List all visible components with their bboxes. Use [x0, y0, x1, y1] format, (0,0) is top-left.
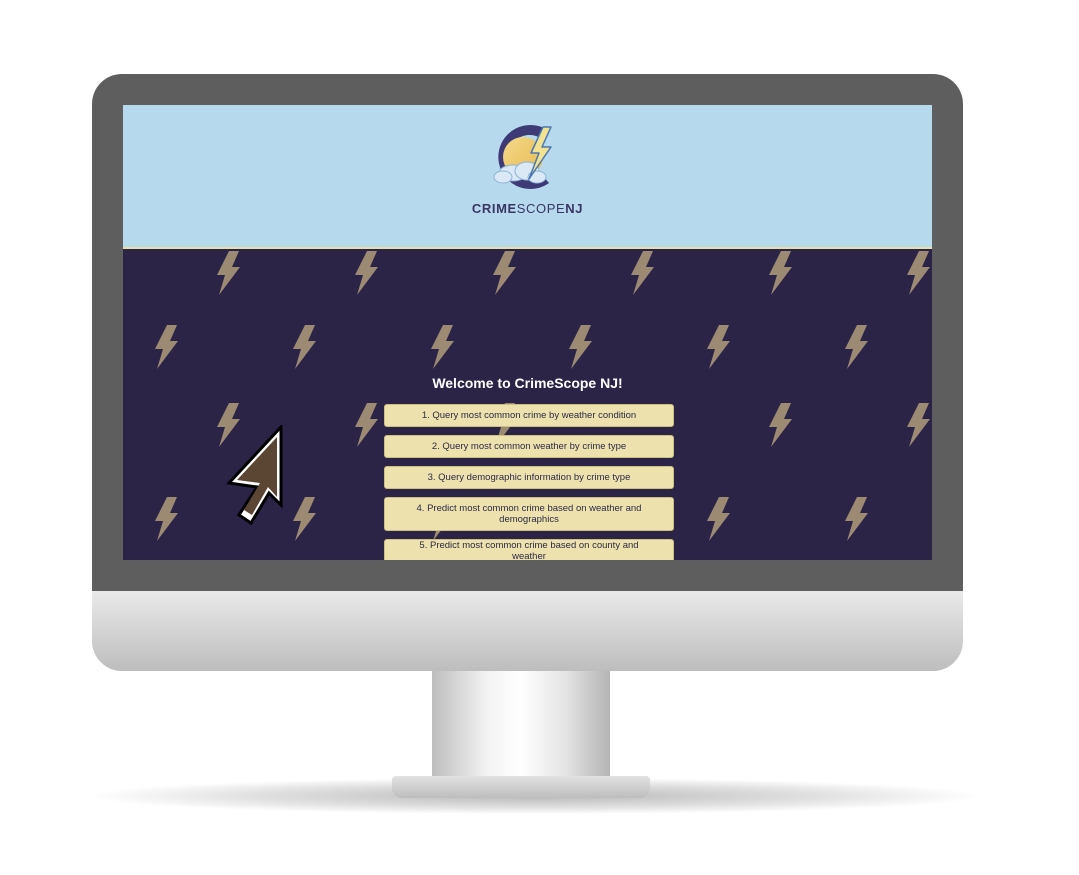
- lightning-bolt-icon: [217, 251, 240, 295]
- lightning-bolt-icon: [493, 251, 516, 295]
- lightning-bolt-icon: [845, 325, 868, 369]
- brand-part-nj: NJ: [565, 201, 584, 216]
- crimescope-logo-icon: [493, 125, 552, 189]
- brand-name: CRIMESCOPENJ: [123, 201, 932, 216]
- site-header: CRIMESCOPENJ: [123, 105, 932, 249]
- monitor-chin: [92, 591, 963, 671]
- query-weather-by-crime-button[interactable]: 2. Query most common weather by crime ty…: [384, 435, 674, 458]
- lightning-bolt-icon: [431, 325, 454, 369]
- monitor-stand-neck: [432, 671, 610, 781]
- monitor-stand-base: [392, 776, 650, 798]
- mouse-pointer-icon: [225, 425, 283, 525]
- lightning-bolt-icon: [845, 497, 868, 541]
- lightning-bolt-icon: [155, 325, 178, 369]
- lightning-bolt-icon: [907, 251, 930, 295]
- predict-crime-county-weather-button[interactable]: 5. Predict most common crime based on co…: [384, 539, 674, 560]
- lightning-bolt-icon: [907, 403, 930, 447]
- brand-part-scope: SCOPE: [516, 201, 566, 216]
- lightning-bolt-icon: [707, 497, 730, 541]
- lightning-bolt-icon: [769, 403, 792, 447]
- brand-part-crime: CRIME: [471, 201, 517, 216]
- lightning-bolt-icon: [569, 325, 592, 369]
- predict-crime-weather-demographics-button[interactable]: 4. Predict most common crime based on we…: [384, 497, 674, 531]
- lightning-bolt-icon: [293, 325, 316, 369]
- query-crime-by-weather-button[interactable]: 1. Query most common crime by weather co…: [384, 404, 674, 427]
- lightning-bolt-icon: [631, 251, 654, 295]
- welcome-heading: Welcome to CrimeScope NJ!: [432, 375, 623, 391]
- lightning-bolt-icon: [769, 251, 792, 295]
- lightning-bolt-icon: [707, 325, 730, 369]
- lightning-bolt-icon: [155, 497, 178, 541]
- query-demographics-by-crime-button[interactable]: 3. Query demographic information by crim…: [384, 466, 674, 489]
- lightning-bolt-icon: [355, 251, 378, 295]
- lightning-bolt-icon: [293, 497, 316, 541]
- lightning-bolt-icon: [355, 403, 378, 447]
